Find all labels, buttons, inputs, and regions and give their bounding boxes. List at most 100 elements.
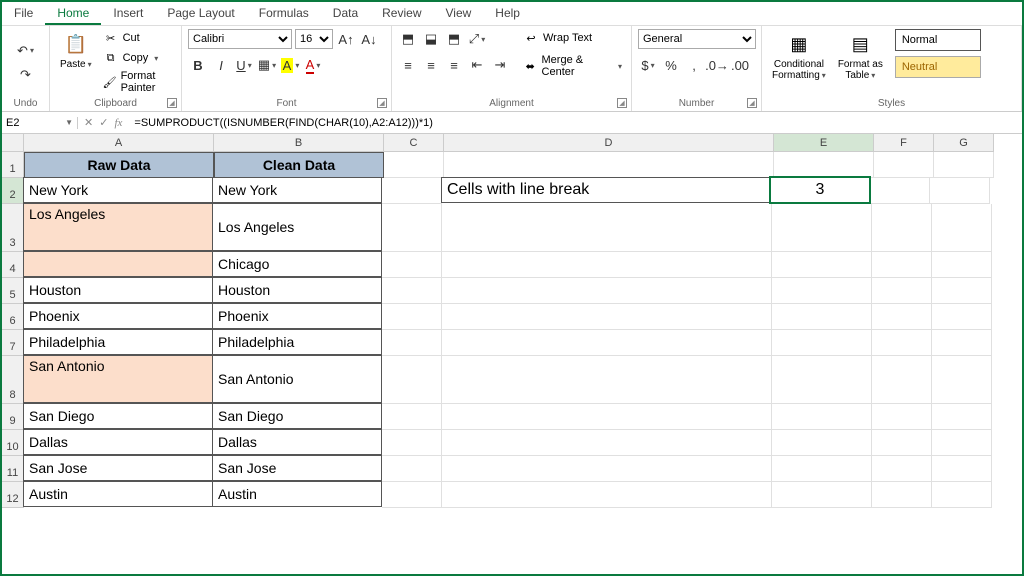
cell-G1[interactable] [934,152,994,178]
cell-F7[interactable] [872,330,932,356]
cell-B7[interactable]: Philadelphia [212,329,382,355]
col-header-A[interactable]: A [24,134,214,152]
cell-B5[interactable]: Houston [212,277,382,303]
cell-D6[interactable] [442,304,772,330]
dialog-launcher-icon[interactable]: ◢ [377,98,387,108]
cell-G7[interactable] [932,330,992,356]
dialog-launcher-icon[interactable]: ◢ [617,98,627,108]
percent-icon[interactable]: % [661,55,681,75]
conditional-formatting-button[interactable]: ▦ Conditional Formatting [768,29,830,83]
cell-E6[interactable] [772,304,872,330]
col-header-C[interactable]: C [384,134,444,152]
font-size-select[interactable]: 16 [295,29,333,49]
font-name-select[interactable]: Calibri [188,29,292,49]
row-header-7[interactable]: 7 [2,330,24,356]
cell-B1[interactable]: Clean Data [214,152,384,178]
indent-decrease-icon[interactable]: ⇤ [467,55,487,75]
tab-data[interactable]: Data [321,2,370,25]
cell-C10[interactable] [382,430,442,456]
comma-icon[interactable]: , [684,55,704,75]
row-header-10[interactable]: 10 [2,430,24,456]
cell-C5[interactable] [382,278,442,304]
cell-A2[interactable]: New York [23,177,213,203]
cell-E11[interactable] [772,456,872,482]
align-center-icon[interactable]: ≡ [421,55,441,75]
cell-C11[interactable] [382,456,442,482]
cell-G2[interactable] [930,178,990,204]
decrease-font-icon[interactable]: A↓ [359,29,379,49]
cell-D7[interactable] [442,330,772,356]
cell-E10[interactable] [772,430,872,456]
cell-G3[interactable] [932,204,992,252]
col-header-F[interactable]: F [874,134,934,152]
cell-F2[interactable] [870,178,930,204]
tab-review[interactable]: Review [370,2,433,25]
name-box[interactable]: E2▼ [2,117,78,129]
tab-formulas[interactable]: Formulas [247,2,321,25]
increase-decimal-icon[interactable]: .0→ [707,55,727,75]
cell-B3[interactable]: Los Angeles [212,203,382,251]
row-header-11[interactable]: 11 [2,456,24,482]
row-header-12[interactable]: 12 [2,482,24,508]
cell-F3[interactable] [872,204,932,252]
cell-G10[interactable] [932,430,992,456]
tab-page-layout[interactable]: Page Layout [155,2,246,25]
row-header-4[interactable]: 4 [2,252,24,278]
cell-A5[interactable]: Houston [23,277,213,303]
cell-C8[interactable] [382,356,442,404]
format-painter-button[interactable]: 🖌Format Painter [100,69,175,95]
cell-A10[interactable]: Dallas [23,429,213,455]
align-right-icon[interactable]: ≡ [444,55,464,75]
cell-G9[interactable] [932,404,992,430]
dialog-launcher-icon[interactable]: ◢ [167,98,177,108]
cell-E5[interactable] [772,278,872,304]
row-header-9[interactable]: 9 [2,404,24,430]
cell-E1[interactable] [774,152,874,178]
cell-C9[interactable] [382,404,442,430]
cell-D9[interactable] [442,404,772,430]
cell-C1[interactable] [384,152,444,178]
cell-F4[interactable] [872,252,932,278]
cell-D8[interactable] [442,356,772,404]
cell-A1[interactable]: Raw Data [24,152,214,178]
cell-A11[interactable]: San Jose [23,455,213,481]
cell-B11[interactable]: San Jose [212,455,382,481]
align-middle-icon[interactable]: ⬓ [421,29,441,49]
number-format-select[interactable]: General [638,29,756,49]
align-left-icon[interactable]: ≡ [398,55,418,75]
cell-E7[interactable] [772,330,872,356]
cell-G6[interactable] [932,304,992,330]
cell-F9[interactable] [872,404,932,430]
cell-C4[interactable] [382,252,442,278]
cell-A6[interactable]: Phoenix [23,303,213,329]
merge-center-button[interactable]: ⬌Merge & Center [520,53,625,79]
underline-button[interactable]: U [234,55,254,75]
cell-A4[interactable] [23,251,213,277]
orientation-icon[interactable]: ⤢ [467,29,487,49]
cell-C2[interactable] [382,178,442,204]
cell-A3[interactable]: Los Angeles [23,203,213,251]
cell-D11[interactable] [442,456,772,482]
decrease-decimal-icon[interactable]: .00 [730,55,750,75]
bold-button[interactable]: B [188,55,208,75]
col-header-E[interactable]: E [774,134,874,152]
undo-button[interactable]: ↶ [16,41,36,61]
cell-G12[interactable] [932,482,992,508]
cell-B6[interactable]: Phoenix [212,303,382,329]
cell-F5[interactable] [872,278,932,304]
row-header-8[interactable]: 8 [2,356,24,404]
increase-font-icon[interactable]: A↑ [336,29,356,49]
cell-A9[interactable]: San Diego [23,403,213,429]
font-color-button[interactable]: A [303,55,323,75]
cancel-icon[interactable]: ✕ [84,116,93,129]
cells-area[interactable]: Raw DataClean DataNew YorkNew YorkCells … [24,152,994,508]
copy-button[interactable]: ⧉Copy [100,49,175,67]
cell-F10[interactable] [872,430,932,456]
wrap-text-button[interactable]: ↩Wrap Text [520,29,625,47]
formula-input[interactable] [128,117,1022,129]
cut-button[interactable]: ✂Cut [100,29,175,47]
cell-A12[interactable]: Austin [23,481,213,507]
cell-F8[interactable] [872,356,932,404]
cell-A8[interactable]: San Antonio [23,355,213,403]
align-bottom-icon[interactable]: ⬒ [444,29,464,49]
